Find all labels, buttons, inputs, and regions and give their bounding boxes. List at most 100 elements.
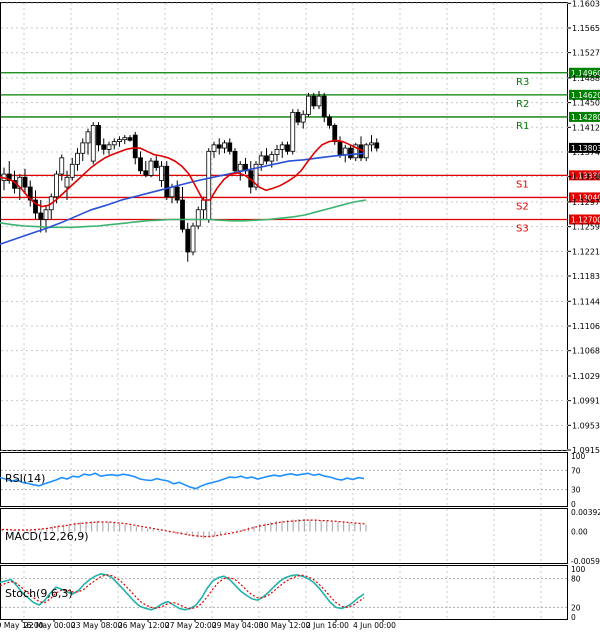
price-tick-label: 1.15270 [572, 49, 600, 58]
candle-bull [106, 144, 112, 150]
stoch-tick-label: 0 [571, 613, 576, 622]
candle-bull [43, 209, 49, 220]
candle-bull [274, 148, 280, 155]
candle-bull [306, 95, 311, 115]
candle-bull [117, 139, 122, 142]
stoch-panel: 10080 200 Stoch(9,6,3) [0, 565, 586, 622]
current-price-label: 1.13803 [571, 144, 600, 153]
time-tick-label: 27 May 20:00 [165, 621, 217, 630]
level-name-s2: S2 [516, 201, 529, 212]
candle-bull [80, 142, 86, 154]
price-tick-label: 1.11440 [572, 297, 600, 306]
level-name-r2: R2 [516, 99, 529, 110]
candle-bear [174, 186, 180, 201]
candle-bull [201, 199, 206, 211]
price-tick-label: 1.14120 [572, 123, 600, 132]
candle-bear [232, 150, 238, 172]
candle-bull [148, 160, 154, 176]
price-tick-label: 1.12590 [572, 223, 600, 232]
stoch-tick-label: 80 [571, 575, 581, 584]
candle-bear [374, 142, 380, 149]
candle-bear [143, 170, 149, 176]
candle-bull [85, 131, 91, 144]
price-tick-label: 1.10680 [572, 347, 600, 356]
candle-bull [111, 141, 117, 146]
candle-bull [54, 173, 59, 198]
rsi-label: RSI(14) [5, 472, 45, 485]
candle-bull [159, 165, 164, 181]
candle-bear [164, 165, 170, 198]
stoch-tick-label: 100 [571, 565, 586, 574]
candle-bull [363, 144, 369, 159]
level-name-s3: S3 [516, 224, 529, 235]
candle-bull [258, 155, 264, 165]
rsi-tick-label: 70 [571, 466, 581, 475]
time-tick-label: 4 Jun 00:00 [353, 621, 396, 630]
candle-bear [285, 144, 290, 152]
price-tick-label: 1.10290 [572, 372, 600, 381]
candle-bull [269, 154, 275, 162]
time-tick-label: 26 May 12:00 [118, 621, 170, 630]
time-tick-label: 23 May 08:00 [71, 621, 123, 630]
rsi-line [0, 472, 365, 490]
panel-frame-1 [0, 452, 568, 507]
candle-bear [38, 212, 44, 220]
macd-tick-label: 0.00 [571, 527, 588, 536]
candle-bear [138, 157, 143, 172]
candle-bull [342, 147, 348, 155]
time-tick-label: 30 May 12:00 [259, 621, 311, 630]
stoch-label: Stoch(9,6,3) [5, 587, 73, 600]
candle-bear [180, 199, 185, 230]
price-tick-label: 1.11060 [572, 322, 600, 331]
macd-tick-label: 0.00392 [571, 508, 600, 517]
candle-bull [316, 95, 322, 107]
price-tick-label: 1.12210 [572, 247, 600, 256]
candle-bull [369, 142, 374, 146]
candle-bull [195, 209, 201, 227]
candle-bull [300, 113, 306, 123]
price-tick-label: 1.14500 [572, 99, 600, 108]
level-name-r1: R1 [516, 121, 529, 132]
time-tick-label: 2 Jun 16:00 [306, 621, 349, 630]
price-tick-label: 1.09910 [572, 397, 600, 406]
candle-bull [122, 137, 128, 141]
candle-bear [264, 155, 269, 162]
time-axis: 19 May 16:0022 May 00:0023 May 08:0026 M… [0, 619, 396, 630]
candle-bear [311, 95, 317, 107]
candle-bull [190, 225, 196, 253]
candle-bear [295, 111, 301, 123]
candle-bear [348, 147, 353, 159]
candle-bear [321, 95, 327, 118]
candle-bear [101, 144, 107, 150]
price-tick-label: 1.12970 [572, 198, 600, 207]
candle-bull [279, 144, 285, 150]
price-tick-label: 1.09530 [572, 421, 600, 430]
candle-bull [59, 157, 65, 175]
candle-bull [64, 176, 70, 188]
candle-bear [96, 124, 101, 146]
candle-bear [132, 134, 138, 159]
candle-bull [169, 186, 175, 198]
candle-bear [216, 144, 222, 149]
price-tick-label: 1.15650 [572, 24, 600, 33]
price-tick-label: 1.13360 [572, 173, 600, 182]
price-tick-label: 1.16030 [572, 0, 600, 8]
candle-bull [222, 142, 227, 149]
price-tick-label: 1.14880 [572, 74, 600, 83]
candle-bull [290, 111, 296, 152]
stoch-tick-label: 20 [571, 603, 581, 612]
candle-bull [206, 150, 212, 220]
candle-bear [22, 176, 28, 188]
candle-bull [69, 163, 75, 178]
rsi-tick-label: 30 [571, 486, 581, 495]
macd-panel: 0.003920.00-0.005934MACD(12,26,9) [1, 508, 600, 566]
candle-bear [127, 137, 133, 141]
candle-bear [185, 228, 191, 253]
price-tick-label: 1.11830 [572, 272, 600, 281]
time-tick-label: 29 May 04:00 [212, 621, 264, 630]
candle-bull [75, 152, 80, 165]
candle-bear [227, 142, 233, 152]
candle-bull [90, 124, 96, 162]
candle-bull [211, 144, 217, 152]
level-price-label-r1: 1.14280 [571, 113, 600, 122]
